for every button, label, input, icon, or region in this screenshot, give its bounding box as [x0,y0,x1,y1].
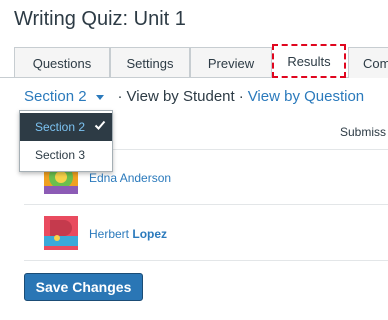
save-changes-button[interactable]: Save Changes [24,273,143,301]
avatar[interactable] [44,216,78,250]
section-option-2[interactable]: Section 2 [20,113,112,141]
tab-settings[interactable]: Settings [110,47,190,78]
view-by-bar: Section 2 · View by Student · View by Qu… [24,88,364,105]
row-divider [24,260,388,261]
student-last-name: Anderson [119,171,172,185]
student-first-name: Herbert [89,227,130,241]
section-select[interactable]: Section 2 [24,88,104,105]
student-name-link[interactable]: Herbert Lopez [89,227,167,241]
section-option-label: Section 3 [35,148,86,162]
section-option-label: Section 2 [35,120,86,134]
tab-comments[interactable]: Com [348,47,388,78]
view-by-student-label: View by Student [126,88,235,105]
student-last-name: Lopez [132,227,168,241]
view-by-question-link[interactable]: View by Question [248,88,364,105]
submissions-column-header: Submiss [340,125,387,139]
section-option-3[interactable]: Section 3 [20,141,112,169]
tab-questions[interactable]: Questions [14,47,110,78]
avatar-pattern-icon [44,216,78,250]
page-title: Writing Quiz: Unit 1 [14,8,186,30]
separator: · [238,88,244,105]
checkmark-icon [94,120,106,130]
quiz-results-page: Writing Quiz: Unit 1 Questions Settings … [0,0,388,320]
student-first-name: Edna [89,171,118,185]
chevron-down-icon [95,95,104,100]
section-dropdown-menu: Section 2 Section 3 [19,110,113,172]
student-name-link[interactable]: Edna Anderson [89,171,171,185]
row-divider [24,204,388,205]
section-select-value: Section 2 [24,88,87,105]
separator: · [117,88,123,105]
tab-preview[interactable]: Preview [190,47,272,78]
tab-results[interactable]: Results [272,44,346,78]
